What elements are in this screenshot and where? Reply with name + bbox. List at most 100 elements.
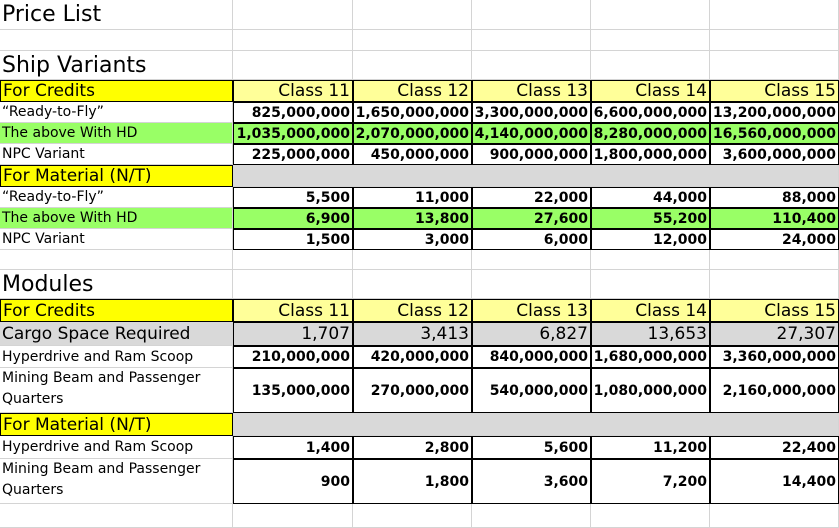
price-class-13[interactable]: 900,000,000 bbox=[472, 144, 591, 165]
material-price-class-14[interactable]: 44,000 bbox=[591, 187, 710, 208]
row-label[interactable]: “Ready-to-Fly” bbox=[0, 187, 233, 208]
row-label[interactable]: Mining Beam and Passenger Quarters bbox=[0, 459, 233, 504]
empty-cell[interactable] bbox=[591, 0, 710, 30]
class-header-14[interactable]: Class 14 bbox=[591, 80, 710, 102]
empty-cell[interactable] bbox=[0, 30, 233, 51]
empty-cell[interactable] bbox=[710, 504, 839, 528]
empty-cell[interactable] bbox=[710, 51, 839, 80]
empty-cell[interactable] bbox=[353, 504, 472, 528]
price-class-13[interactable]: 540,000,000 bbox=[472, 368, 591, 413]
material-header-band[interactable] bbox=[233, 413, 839, 436]
empty-cell[interactable] bbox=[591, 504, 710, 528]
material-price-class-15[interactable]: 22,400 bbox=[710, 436, 839, 459]
material-price-class-13[interactable]: 6,000 bbox=[472, 229, 591, 250]
price-class-12[interactable]: 1,650,000,000 bbox=[353, 102, 472, 123]
class-header-15[interactable]: Class 15 bbox=[710, 80, 839, 102]
empty-cell[interactable] bbox=[353, 0, 472, 30]
row-label[interactable]: Hyperdrive and Ram Scoop bbox=[0, 436, 233, 459]
material-price-class-15[interactable]: 14,400 bbox=[710, 459, 839, 504]
material-price-class-12[interactable]: 3,000 bbox=[353, 229, 472, 250]
price-class-12[interactable]: 450,000,000 bbox=[353, 144, 472, 165]
row-label[interactable]: The above With HD bbox=[0, 208, 233, 229]
class-header-11[interactable]: Class 11 bbox=[233, 80, 353, 102]
material-price-class-12[interactable]: 13,800 bbox=[353, 208, 472, 229]
material-price-class-12[interactable]: 2,800 bbox=[353, 436, 472, 459]
empty-cell[interactable] bbox=[353, 30, 472, 51]
row-label[interactable]: “Ready-to-Fly” bbox=[0, 102, 233, 123]
empty-cell[interactable] bbox=[472, 51, 591, 80]
material-header-band[interactable] bbox=[233, 165, 839, 187]
price-class-15[interactable]: 2,160,000,000 bbox=[710, 368, 839, 413]
empty-cell[interactable] bbox=[591, 51, 710, 80]
price-class-12[interactable]: 270,000,000 bbox=[353, 368, 472, 413]
material-price-class-15[interactable]: 24,000 bbox=[710, 229, 839, 250]
class-header-13[interactable]: Class 13 bbox=[472, 299, 591, 322]
row-label[interactable]: Hyperdrive and Ram Scoop bbox=[0, 346, 233, 368]
empty-cell[interactable] bbox=[353, 270, 472, 299]
price-class-12[interactable]: 420,000,000 bbox=[353, 346, 472, 368]
cargo-space-label[interactable]: Cargo Space Required bbox=[0, 322, 233, 346]
class-header-14[interactable]: Class 14 bbox=[591, 299, 710, 322]
empty-cell[interactable] bbox=[710, 30, 839, 51]
empty-cell[interactable] bbox=[233, 0, 353, 30]
empty-cell[interactable] bbox=[233, 270, 353, 299]
empty-cell[interactable] bbox=[591, 250, 710, 270]
material-price-class-13[interactable]: 22,000 bbox=[472, 187, 591, 208]
empty-cell[interactable] bbox=[710, 270, 839, 299]
price-class-13[interactable]: 840,000,000 bbox=[472, 346, 591, 368]
empty-cell[interactable] bbox=[472, 30, 591, 51]
row-label[interactable]: NPC Variant bbox=[0, 144, 233, 165]
price-class-13[interactable]: 4,140,000,000 bbox=[472, 123, 591, 144]
material-price-class-11[interactable]: 900 bbox=[233, 459, 353, 504]
row-label[interactable]: The above With HD bbox=[0, 123, 233, 144]
empty-cell[interactable] bbox=[472, 270, 591, 299]
empty-cell[interactable] bbox=[233, 504, 353, 528]
page-title[interactable]: Price List bbox=[0, 0, 233, 30]
section-heading-ship-variants[interactable]: Ship Variants bbox=[0, 51, 233, 80]
material-price-class-11[interactable]: 5,500 bbox=[233, 187, 353, 208]
empty-cell[interactable] bbox=[710, 250, 839, 270]
spreadsheet-grid[interactable]: Price List Ship Variants For Credits Class … bbox=[0, 0, 839, 528]
material-price-class-15[interactable]: 88,000 bbox=[710, 187, 839, 208]
class-header-12[interactable]: Class 12 bbox=[353, 80, 472, 102]
material-price-class-12[interactable]: 1,800 bbox=[353, 459, 472, 504]
empty-cell[interactable] bbox=[472, 504, 591, 528]
cargo-space-class-12[interactable]: 3,413 bbox=[353, 322, 472, 346]
price-class-11[interactable]: 210,000,000 bbox=[233, 346, 353, 368]
price-class-11[interactable]: 225,000,000 bbox=[233, 144, 353, 165]
price-class-14[interactable]: 1,680,000,000 bbox=[591, 346, 710, 368]
empty-cell[interactable] bbox=[233, 250, 353, 270]
class-header-15[interactable]: Class 15 bbox=[710, 299, 839, 322]
class-header-11[interactable]: Class 11 bbox=[233, 299, 353, 322]
material-price-class-14[interactable]: 55,200 bbox=[591, 208, 710, 229]
material-price-class-13[interactable]: 5,600 bbox=[472, 436, 591, 459]
section-heading-modules[interactable]: Modules bbox=[0, 270, 233, 299]
price-class-14[interactable]: 1,800,000,000 bbox=[591, 144, 710, 165]
material-price-class-13[interactable]: 3,600 bbox=[472, 459, 591, 504]
class-header-12[interactable]: Class 12 bbox=[353, 299, 472, 322]
for-credits-label[interactable]: For Credits bbox=[0, 80, 233, 102]
empty-cell[interactable] bbox=[591, 270, 710, 299]
for-material-label[interactable]: For Material (N/T) bbox=[0, 165, 233, 187]
material-price-class-13[interactable]: 27,600 bbox=[472, 208, 591, 229]
empty-cell[interactable] bbox=[353, 250, 472, 270]
material-price-class-14[interactable]: 7,200 bbox=[591, 459, 710, 504]
cargo-space-class-13[interactable]: 6,827 bbox=[472, 322, 591, 346]
empty-cell[interactable] bbox=[233, 30, 353, 51]
material-price-class-14[interactable]: 12,000 bbox=[591, 229, 710, 250]
price-class-11[interactable]: 135,000,000 bbox=[233, 368, 353, 413]
material-price-class-14[interactable]: 11,200 bbox=[591, 436, 710, 459]
price-class-12[interactable]: 2,070,000,000 bbox=[353, 123, 472, 144]
cargo-space-class-14[interactable]: 13,653 bbox=[591, 322, 710, 346]
row-label[interactable]: NPC Variant bbox=[0, 229, 233, 250]
material-price-class-11[interactable]: 6,900 bbox=[233, 208, 353, 229]
cargo-space-class-15[interactable]: 27,307 bbox=[710, 322, 839, 346]
for-material-label[interactable]: For Material (N/T) bbox=[0, 413, 233, 436]
material-price-class-11[interactable]: 1,400 bbox=[233, 436, 353, 459]
empty-cell[interactable] bbox=[353, 51, 472, 80]
material-price-class-15[interactable]: 110,400 bbox=[710, 208, 839, 229]
price-class-15[interactable]: 3,600,000,000 bbox=[710, 144, 839, 165]
empty-cell[interactable] bbox=[591, 30, 710, 51]
row-label[interactable]: Mining Beam and Passenger Quarters bbox=[0, 368, 233, 413]
material-price-class-11[interactable]: 1,500 bbox=[233, 229, 353, 250]
